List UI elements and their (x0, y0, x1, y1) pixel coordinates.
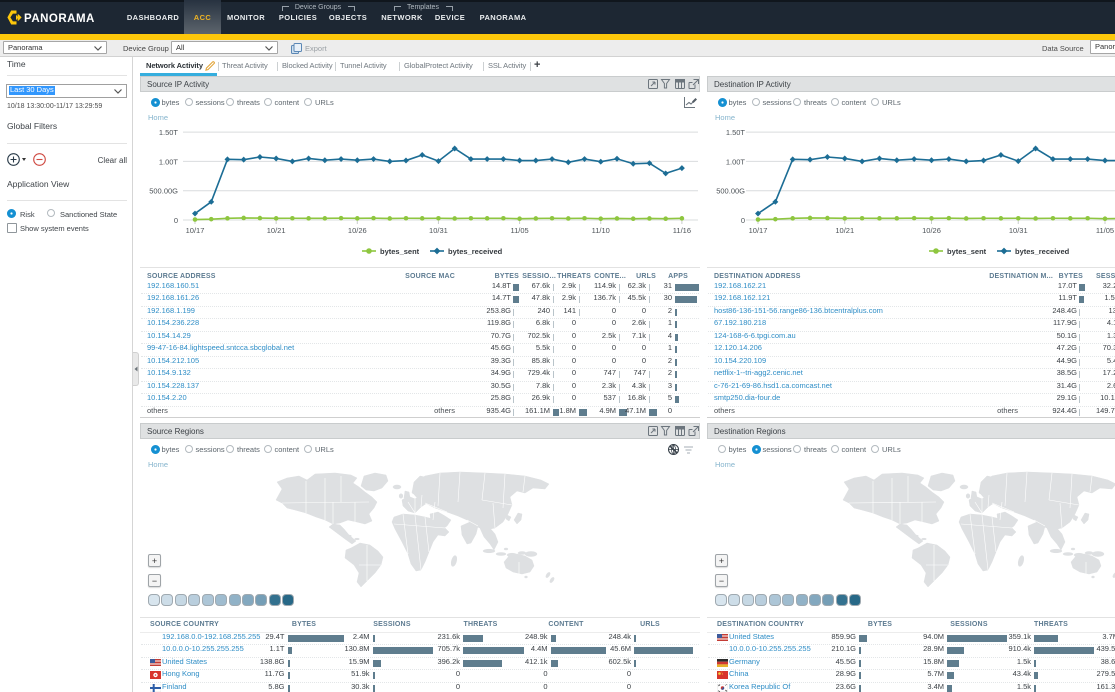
svg-text:1.00T: 1.00T (726, 157, 746, 166)
svg-text:1.50T: 1.50T (726, 128, 746, 137)
svg-text:bytes_received: bytes_received (1015, 247, 1070, 256)
svg-text:1.00T: 1.00T (159, 157, 179, 166)
svg-text:11/05: 11/05 (1096, 226, 1114, 235)
svg-text:500.00G: 500.00G (149, 187, 178, 196)
svg-text:10/31: 10/31 (429, 226, 448, 235)
svg-text:10/21: 10/21 (835, 226, 854, 235)
svg-text:11/05: 11/05 (510, 226, 528, 235)
svg-text:bytes_sent: bytes_sent (947, 247, 987, 256)
svg-text:10/26: 10/26 (922, 226, 941, 235)
svg-text:bytes_sent: bytes_sent (380, 247, 420, 256)
svg-text:11/10: 11/10 (592, 226, 610, 235)
svg-text:10/17: 10/17 (749, 226, 768, 235)
svg-text:10/26: 10/26 (348, 226, 367, 235)
svg-text:1.50T: 1.50T (159, 128, 179, 137)
svg-text:10/17: 10/17 (186, 226, 205, 235)
svg-text:500.00G: 500.00G (716, 187, 745, 196)
svg-text:11/16: 11/16 (673, 226, 691, 235)
svg-text:10/21: 10/21 (267, 226, 286, 235)
svg-text:bytes_received: bytes_received (448, 247, 503, 256)
svg-text:0: 0 (174, 216, 178, 225)
svg-text:0: 0 (741, 216, 745, 225)
svg-text:10/31: 10/31 (1009, 226, 1028, 235)
